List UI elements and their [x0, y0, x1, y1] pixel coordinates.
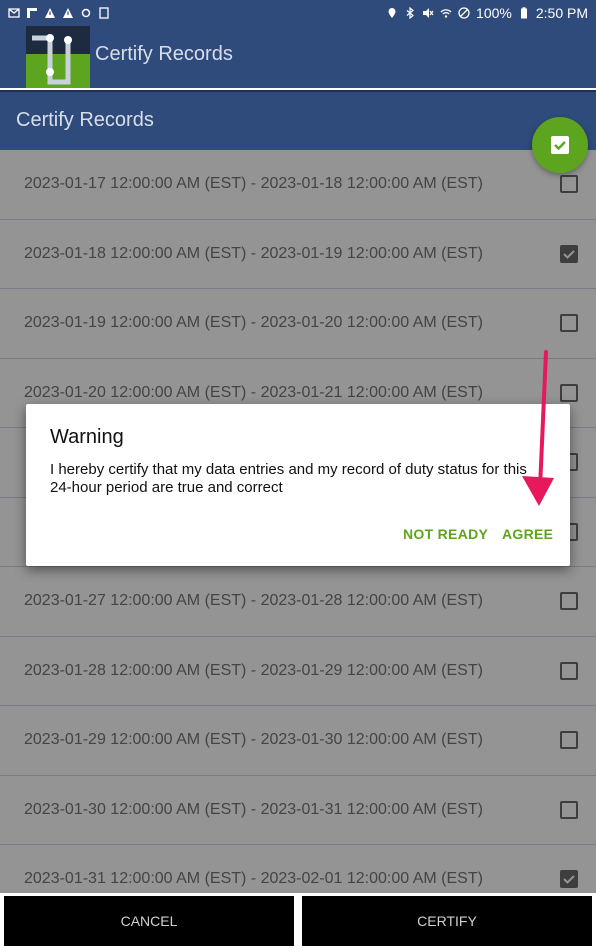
status-bar: 100% 2:50 PM — [0, 0, 596, 26]
page-title: Certify Records — [16, 109, 154, 131]
agree-button[interactable]: AGREE — [502, 526, 553, 542]
warning-icon — [45, 8, 55, 18]
app-logo-icon[interactable] — [26, 26, 90, 88]
settings-icon — [81, 8, 91, 18]
clock: 2:50 PM — [535, 5, 588, 21]
mute-icon — [423, 8, 434, 18]
page-header: Certify Records — [0, 90, 596, 150]
flipboard-icon — [27, 8, 37, 18]
app-title: Certify Records — [95, 43, 233, 65]
bottom-action-bar: CANCEL CERTIFY — [0, 893, 596, 948]
warning-icon-2 — [63, 8, 73, 18]
warning-dialog: Warning I hereby certify that my data en… — [26, 404, 570, 566]
gmail-icon — [8, 8, 20, 18]
not-ready-button[interactable]: NOT READY — [403, 526, 488, 542]
location-icon — [388, 8, 396, 18]
select-all-button[interactable] — [532, 117, 588, 173]
wifi-icon — [440, 9, 452, 18]
bluetooth-icon — [406, 7, 414, 19]
battery-percent: 100% — [476, 5, 512, 21]
certify-button[interactable]: CERTIFY — [302, 896, 592, 946]
notification-icons — [8, 7, 110, 19]
system-status: 100% 2:50 PM — [386, 5, 588, 21]
do-not-disturb-icon — [458, 7, 470, 19]
cancel-button[interactable]: CANCEL — [4, 896, 294, 946]
app-bar: Certify Records — [0, 26, 596, 88]
battery-icon — [520, 7, 527, 19]
app-icon — [99, 7, 109, 19]
dialog-title: Warning — [50, 426, 124, 448]
dialog-message: I hereby certify that my data entries an… — [50, 461, 527, 496]
checkbox-checked-icon — [551, 136, 569, 154]
